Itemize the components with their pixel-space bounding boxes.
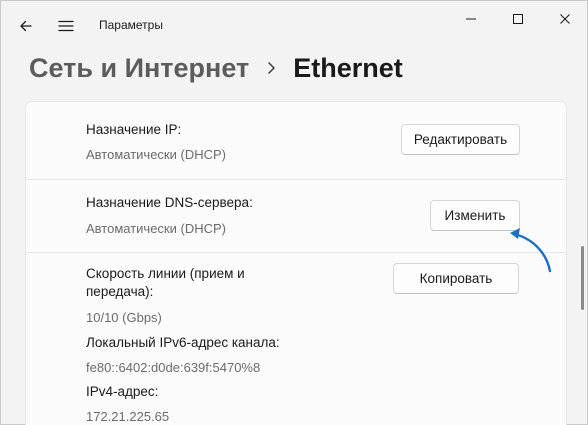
- breadcrumb: Сеть и Интернет Ethernet: [29, 48, 403, 88]
- chevron-right-icon: [249, 48, 293, 88]
- annotation-arrow-icon: [510, 228, 552, 273]
- title-bar: Параметры: [1, 1, 587, 49]
- dns-assignment-value: Автоматически (DHCP): [86, 221, 226, 236]
- close-icon[interactable]: [550, 7, 580, 31]
- ip-assignment-row: Назначение IP: Автоматически (DHCP) Реда…: [26, 102, 566, 180]
- ethernet-settings-card: Назначение IP: Автоматически (DHCP) Реда…: [25, 101, 567, 425]
- ipv4-label: IPv4-адрес:: [86, 384, 159, 399]
- page-title: Ethernet: [293, 52, 403, 83]
- link-speed-label-line1: Скорость линии (прием и: [86, 266, 245, 281]
- vertical-scrollbar[interactable]: [581, 246, 584, 310]
- edit-ip-button[interactable]: Редактировать: [401, 124, 520, 155]
- breadcrumb-parent[interactable]: Сеть и Интернет: [29, 53, 249, 84]
- ip-assignment-label: Назначение IP:: [86, 122, 182, 137]
- maximize-icon[interactable]: [503, 7, 533, 31]
- connection-properties-row: Скорость линии (прием и передача): 10/10…: [26, 252, 566, 425]
- link-speed-label-line2: передача):: [86, 284, 154, 299]
- link-speed-value: 10/10 (Gbps): [86, 310, 162, 325]
- ipv6-value: fe80::6402:d0de:639f:5470%8: [86, 360, 261, 375]
- ipv4-value: 172.21.225.65: [86, 409, 170, 424]
- window-title: Параметры: [99, 18, 163, 32]
- ip-assignment-value: Автоматически (DHCP): [86, 147, 226, 162]
- dns-assignment-label: Назначение DNS-сервера:: [86, 195, 253, 210]
- minimize-icon[interactable]: [456, 7, 486, 31]
- dns-assignment-row: Назначение DNS-сервера: Автоматически (D…: [26, 179, 566, 253]
- ipv6-label: Локальный IPv6-адрес канала:: [86, 335, 280, 350]
- arrow-left-icon[interactable]: [13, 13, 39, 39]
- hamburger-icon[interactable]: [53, 13, 79, 39]
- settings-window: Параметры Сеть и Интернет Ethernet Назна…: [0, 0, 588, 425]
- copy-button[interactable]: Копировать: [393, 263, 519, 294]
